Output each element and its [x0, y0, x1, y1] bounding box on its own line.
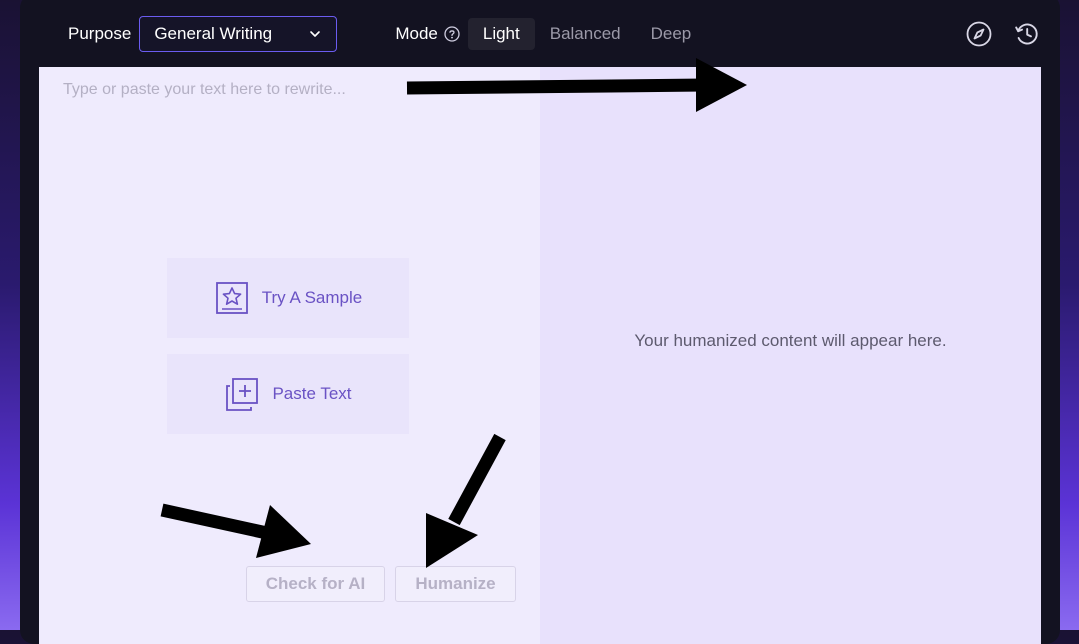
help-icon[interactable] — [444, 25, 460, 42]
mode-deep-button[interactable]: Deep — [636, 18, 707, 50]
editor-panels: Type or paste your text here to rewrite.… — [39, 67, 1041, 644]
humanize-button[interactable]: Humanize — [395, 566, 516, 602]
input-placeholder[interactable]: Type or paste your text here to rewrite.… — [63, 81, 346, 99]
purpose-value: General Writing — [154, 23, 273, 43]
try-sample-button[interactable]: Try A Sample — [167, 258, 409, 338]
history-icon — [1015, 23, 1038, 44]
input-panel[interactable]: Type or paste your text here to rewrite.… — [39, 67, 540, 644]
purpose-label: Purpose — [68, 23, 132, 43]
mode-light-button[interactable]: Light — [467, 17, 535, 50]
try-sample-label: Try A Sample — [261, 288, 363, 307]
check-for-ai-button[interactable]: Check for AI — [246, 566, 385, 602]
output-placeholder-message: Your humanized content will appear here. — [634, 331, 947, 350]
output-panel: Your humanized content will appear here. — [540, 67, 1041, 644]
star-frame-icon — [215, 282, 248, 314]
app-window: Purpose General Writing Mode Light Balan… — [20, 0, 1060, 644]
paste-text-label: Paste Text — [272, 384, 352, 403]
mode-balanced-button[interactable]: Balanced — [535, 18, 636, 50]
toolbar: Purpose General Writing Mode Light Balan… — [38, 0, 1042, 67]
purpose-select[interactable]: General Writing — [139, 15, 338, 52]
history-button[interactable] — [1012, 19, 1042, 49]
compass-icon — [966, 21, 992, 46]
mode-label: Mode — [395, 23, 438, 43]
paste-text-button[interactable]: Paste Text — [167, 354, 409, 434]
compass-button[interactable] — [964, 19, 994, 49]
chevron-down-icon — [310, 30, 321, 37]
paste-add-icon — [226, 378, 259, 411]
